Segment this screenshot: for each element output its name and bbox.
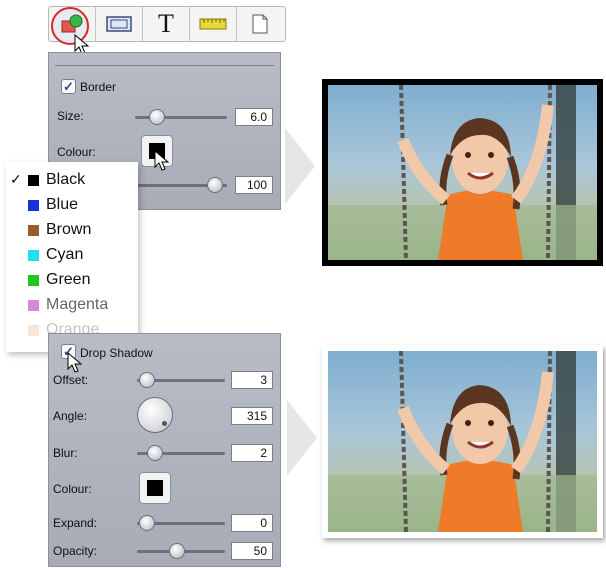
expand-slider[interactable] xyxy=(137,515,225,531)
page-icon xyxy=(252,14,268,34)
colour-swatch xyxy=(147,480,163,496)
divider xyxy=(55,65,274,66)
color-swatch xyxy=(28,325,39,336)
menu-item-label: Magenta xyxy=(46,296,109,313)
text-icon: T xyxy=(158,9,174,38)
color-swatch xyxy=(28,225,39,236)
colour-menu: ✓ Black Blue Brown Cyan Green Magenta Or… xyxy=(6,162,138,352)
blur-label: Blur: xyxy=(53,446,78,460)
arrow-right-icon xyxy=(287,400,317,476)
menu-item-label: Cyan xyxy=(46,246,84,263)
blur-slider-knob[interactable] xyxy=(147,445,163,461)
text-tool-button[interactable]: T xyxy=(143,7,190,41)
menu-item-green[interactable]: Green xyxy=(6,268,138,293)
offset-field[interactable]: 3 xyxy=(231,371,273,389)
colour-label: Colour: xyxy=(57,145,96,159)
girl-on-swing-image xyxy=(328,85,597,260)
shadow-opacity-slider[interactable] xyxy=(137,543,225,559)
shape-icon xyxy=(61,14,83,33)
expand-slider-knob[interactable] xyxy=(139,515,155,531)
shadow-opacity-slider-knob[interactable] xyxy=(169,543,185,559)
shadow-colour-well[interactable] xyxy=(139,472,171,504)
shadowed-photo xyxy=(322,345,603,538)
frame-icon xyxy=(106,16,132,32)
opacity-field[interactable]: 100 xyxy=(235,176,273,194)
menu-item-blue[interactable]: Blue xyxy=(6,193,138,218)
page-tool-button[interactable] xyxy=(237,7,283,41)
border-label: Border xyxy=(80,80,117,94)
menu-item-label: Blue xyxy=(46,196,79,213)
menu-item-cyan[interactable]: Cyan xyxy=(6,243,138,268)
size-slider-knob[interactable] xyxy=(149,109,165,125)
arrow-right-icon xyxy=(285,128,315,204)
size-label: Size: xyxy=(57,109,84,123)
size-field[interactable]: 6.0 xyxy=(235,108,273,126)
angle-dial[interactable] xyxy=(137,397,173,433)
angle-field[interactable]: 315 xyxy=(231,407,273,425)
frame-tool-button[interactable] xyxy=(96,7,143,41)
arrow-cursor-icon xyxy=(67,352,83,373)
menu-item-label: Green xyxy=(46,271,91,288)
shadow-colour-label: Colour: xyxy=(53,482,92,496)
expand-label: Expand: xyxy=(53,516,98,530)
girl-on-swing-image xyxy=(328,351,597,532)
shadow-opacity-field[interactable]: 50 xyxy=(231,542,273,560)
ruler-icon xyxy=(199,18,227,30)
color-swatch xyxy=(28,250,39,261)
color-swatch xyxy=(28,175,39,186)
blur-slider[interactable] xyxy=(137,445,225,461)
menu-item-black[interactable]: ✓ Black xyxy=(6,168,138,193)
color-swatch xyxy=(28,300,39,311)
expand-field[interactable]: 0 xyxy=(231,514,273,532)
offset-slider-knob[interactable] xyxy=(139,372,155,388)
bordered-photo xyxy=(322,79,603,266)
menu-item-label: Black xyxy=(46,171,86,188)
menu-item-magenta[interactable]: Magenta xyxy=(6,293,138,318)
opacity-label: Opacity: xyxy=(53,544,98,558)
border-checkbox[interactable]: ✓ xyxy=(61,79,76,94)
angle-dial-marker xyxy=(162,421,167,426)
menu-item-brown[interactable]: Brown xyxy=(6,218,138,243)
size-slider[interactable] xyxy=(135,109,227,125)
blur-field[interactable]: 2 xyxy=(231,444,273,462)
offset-label: Offset: xyxy=(53,373,89,387)
drop-shadow-label: Drop Shadow xyxy=(80,346,153,360)
color-swatch xyxy=(28,200,39,211)
angle-label: Angle: xyxy=(53,409,88,423)
offset-slider[interactable] xyxy=(137,372,225,388)
opacity-slider[interactable] xyxy=(135,177,227,193)
ruler-tool-button[interactable] xyxy=(190,7,237,41)
color-swatch xyxy=(28,275,39,286)
opacity-slider-knob[interactable] xyxy=(207,177,223,193)
arrow-cursor-icon xyxy=(154,150,170,171)
checkmark-icon: ✓ xyxy=(10,171,22,187)
menu-item-label: Brown xyxy=(46,221,92,238)
